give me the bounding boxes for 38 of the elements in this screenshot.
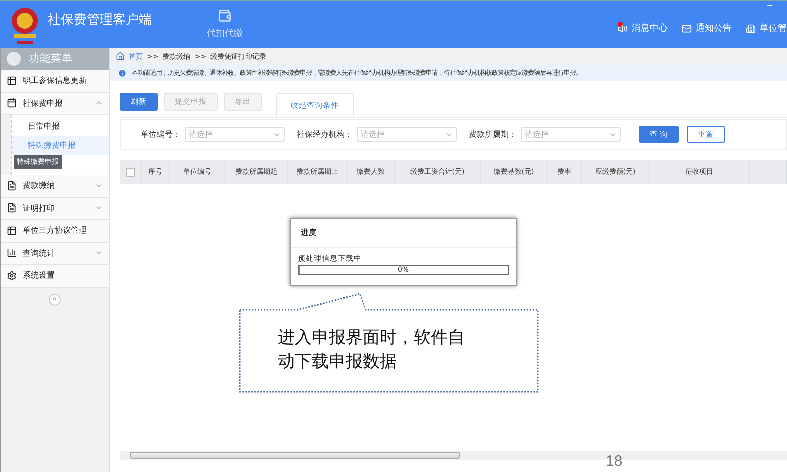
- wallet-icon: [218, 9, 232, 23]
- minimize-button[interactable]: −: [767, 1, 773, 12]
- submenu-item[interactable]: 特殊缴费申报: [12, 136, 109, 155]
- table-icon: [7, 226, 17, 236]
- header-link[interactable]: 消息中心: [618, 22, 668, 35]
- menu-item[interactable]: 社保费申报: [1, 92, 109, 115]
- filter-label: 单位编号：: [141, 129, 181, 140]
- submenu-item[interactable]: 日常申报: [12, 117, 109, 136]
- filter-label: 社保经办机构：: [297, 129, 353, 140]
- building-icon: [746, 24, 756, 34]
- page-number: 18: [606, 453, 623, 470]
- menu-item[interactable]: 查询统计: [1, 242, 109, 265]
- chart-icon: [7, 248, 17, 258]
- menu-item[interactable]: 证明打印: [1, 198, 109, 220]
- callout-text: 进入申报界面时，软件自动下载申报数据: [278, 327, 466, 374]
- select-field[interactable]: 请选择: [185, 127, 285, 142]
- select-field[interactable]: 请选择: [357, 127, 457, 142]
- table-icon: [7, 76, 17, 86]
- calendar-icon: [7, 98, 17, 108]
- document-icon: [7, 203, 17, 214]
- settings-icon: [7, 270, 17, 281]
- select-all-checkbox[interactable]: [126, 168, 135, 176]
- menu-item[interactable]: 职工参保信息更新: [1, 70, 109, 92]
- menu-item[interactable]: 费款缴纳: [1, 175, 109, 198]
- header-link[interactable]: 单位管: [746, 22, 787, 35]
- speaker-icon: [618, 24, 628, 34]
- app-title: 社保费管理客户端: [48, 12, 152, 28]
- filter-label: 费款所属期：: [469, 129, 517, 140]
- select-field[interactable]: 请选择: [521, 127, 621, 142]
- info-icon: [118, 68, 127, 78]
- mail-icon: [682, 24, 692, 34]
- sidebar-header: 功能菜单: [1, 48, 109, 70]
- menu-item[interactable]: 系统设置: [1, 265, 109, 288]
- module-tab[interactable]: 代扣代缴: [207, 9, 243, 40]
- header-link[interactable]: 通知公告: [682, 22, 732, 35]
- home-icon: [116, 52, 125, 61]
- menu-item[interactable]: 单位三方协议管理: [1, 220, 109, 242]
- document-icon: [7, 180, 17, 191]
